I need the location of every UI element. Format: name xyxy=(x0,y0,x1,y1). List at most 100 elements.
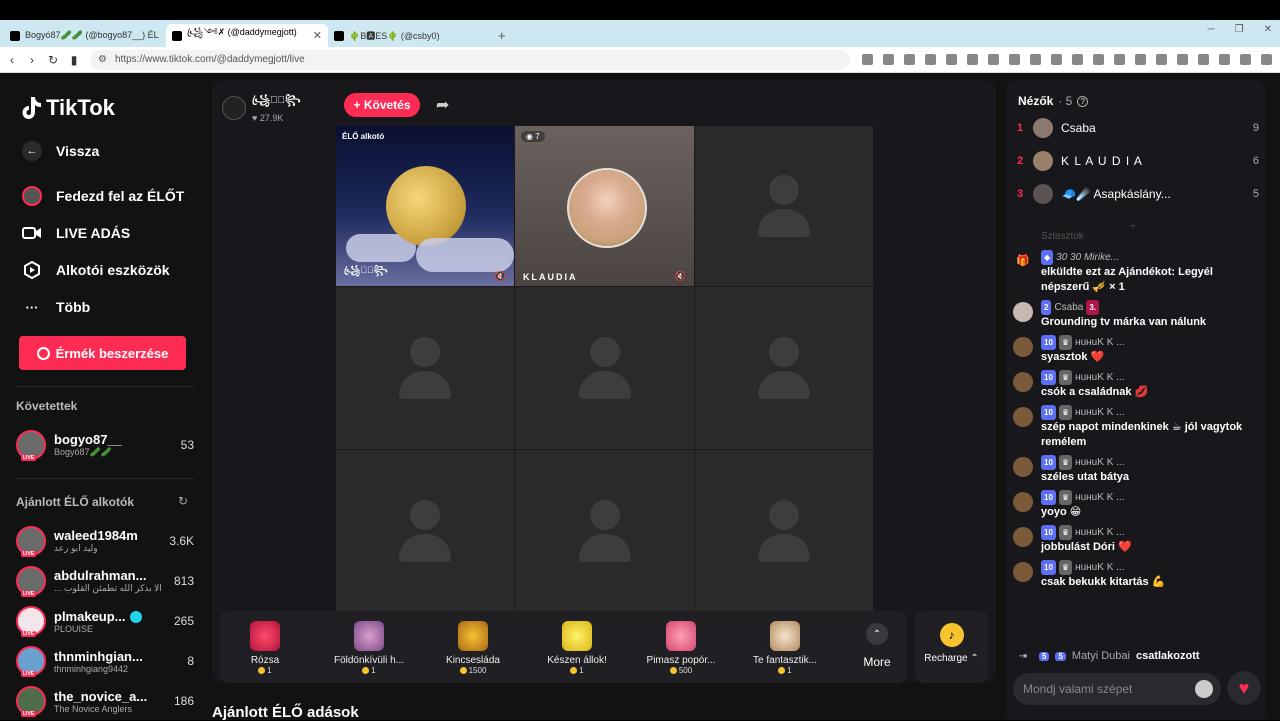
extension-icon[interactable] xyxy=(1135,54,1147,65)
chat-username[interactable]: ʜuʜuK K ... xyxy=(1075,370,1124,385)
get-coins-button[interactable]: Érmék beszerzése xyxy=(19,336,186,370)
chevron-down-icon[interactable]: ⌄ xyxy=(1129,219,1137,230)
nav-explore-live[interactable]: Fedezd fel az ÉLŐT xyxy=(22,186,184,206)
top-viewer-row[interactable]: 3 🧢☄️ Asapkáslány... 5 xyxy=(1017,182,1259,206)
extension-icon[interactable] xyxy=(967,54,979,65)
browser-tab-active[interactable]: ꧁ꦿ༺✗ (@daddymegjott) ✕ xyxy=(166,24,328,47)
extension-icon[interactable] xyxy=(946,54,958,65)
chat-username[interactable]: ʜuʜuK K ... xyxy=(1075,525,1124,540)
chat-username[interactable]: ʜuʜuK K ... xyxy=(1075,490,1124,505)
chat-gift-message: 🎁 ◆ 30 30 Mirike... elküldte ezt az Ajánd… xyxy=(1013,250,1261,295)
help-icon[interactable]: ? xyxy=(1077,95,1089,107)
empty-guest-slot[interactable] xyxy=(515,287,694,449)
new-tab-icon[interactable]: + xyxy=(490,28,514,47)
gift-item[interactable]: Rózsa 1 xyxy=(220,617,310,681)
bookmark-icon[interactable]: ▮ xyxy=(70,53,78,67)
chat-text: jobbulást Dóri ❤️ xyxy=(1041,541,1132,553)
empty-guest-slot[interactable] xyxy=(695,126,873,286)
top-viewer-row[interactable]: 1 Csaba 9 xyxy=(1017,116,1259,140)
empty-guest-slot[interactable] xyxy=(695,450,873,612)
close-tab-icon[interactable]: ✕ xyxy=(313,29,322,42)
divider xyxy=(16,386,194,387)
extension-icon[interactable] xyxy=(1009,54,1021,65)
tiktok-logo[interactable]: TikTok xyxy=(22,95,115,121)
minimize-icon[interactable]: ─ xyxy=(1208,24,1215,35)
chat-username[interactable]: Csaba xyxy=(1054,300,1083,315)
viewer-score: 9 xyxy=(1252,122,1259,134)
nav-creator-tools[interactable]: Alkotói eszközök xyxy=(22,260,170,280)
creator-video-cell[interactable]: ÉLŐ alkotó ꧁ꦿ✗ꦿ꧂ 🔇 xyxy=(336,126,514,286)
extension-icon[interactable] xyxy=(988,54,1000,65)
gift-price: 1 xyxy=(371,666,376,675)
more-gifts-button[interactable]: ⌃ More xyxy=(852,617,902,677)
share-icon[interactable]: ➦ xyxy=(436,95,449,115)
nav-more[interactable]: ··· Több xyxy=(22,297,91,317)
empty-seat-icon xyxy=(758,500,810,562)
nav-live-studio[interactable]: LIVE ADÁS xyxy=(22,223,130,243)
browser-tab[interactable]: Bogyó87🥒🥒 (@bogyo87__) ÉL xyxy=(4,24,166,47)
extension-icon[interactable] xyxy=(883,54,895,65)
gift-item[interactable]: Készen állok! 1 xyxy=(532,617,622,681)
recommended-account[interactable]: LIVE waleed1984m وليد ابو رعد 3.6K xyxy=(16,523,194,559)
coin-icon xyxy=(778,667,786,674)
restore-icon[interactable]: ❐ xyxy=(1235,24,1244,35)
chat-username[interactable]: ʜuʜuK K ... xyxy=(1075,455,1124,470)
extension-icon[interactable] xyxy=(1156,54,1168,65)
coin-icon xyxy=(36,346,50,360)
site-info-icon[interactable]: ⚙ xyxy=(98,54,107,65)
back-arrow-icon[interactable]: ‹ xyxy=(8,53,16,67)
extension-icon[interactable] xyxy=(1072,54,1084,65)
extension-icon[interactable] xyxy=(1240,54,1252,65)
alien-gift-icon xyxy=(354,621,384,651)
creator-tools-icon xyxy=(22,260,42,280)
browser-tab[interactable]: 🌵B🅰ES🌵 (@csby0) xyxy=(328,24,490,47)
join-username[interactable]: Matyi Dubai xyxy=(1072,650,1130,662)
extension-icon[interactable] xyxy=(1093,54,1105,65)
extension-icon[interactable] xyxy=(1114,54,1126,65)
close-window-icon[interactable]: ✕ xyxy=(1264,24,1272,35)
following-account[interactable]: LIVE bogyo87__ Bogyó87🥒🥒 53 xyxy=(16,427,194,463)
extension-icon[interactable] xyxy=(1261,54,1273,65)
refresh-icon[interactable]: ↻ xyxy=(178,494,188,508)
reload-icon[interactable]: ↻ xyxy=(48,53,58,67)
extension-icon[interactable] xyxy=(1219,54,1231,65)
empty-seat-icon xyxy=(399,500,451,562)
gift-item[interactable]: Te fantasztik... 1 xyxy=(740,617,830,681)
recommended-account[interactable]: LIVE the_novice_a... The Novice Anglers … xyxy=(16,683,194,719)
extension-icon[interactable] xyxy=(925,54,937,65)
chat-username[interactable]: ʜuʜuK K ... xyxy=(1075,405,1124,420)
extension-icon[interactable] xyxy=(1198,54,1210,65)
treasure-chest-gift-icon xyxy=(458,621,488,651)
chat-username: 30 30 Mirike... xyxy=(1056,252,1119,263)
empty-guest-slot[interactable] xyxy=(336,450,514,612)
extension-icon[interactable] xyxy=(904,54,916,65)
like-heart-button[interactable]: ♥ xyxy=(1227,671,1261,705)
empty-guest-slot[interactable] xyxy=(336,287,514,449)
extension-icon[interactable] xyxy=(862,54,874,65)
recommended-account[interactable]: LIVE thnminhgian... thnminhgiang9442 8 xyxy=(16,643,194,679)
top-viewer-row[interactable]: 2 K L A U D I A 6 xyxy=(1017,149,1259,173)
gift-item[interactable]: Földönkívüli h... 1 xyxy=(324,617,414,681)
forward-arrow-icon[interactable]: › xyxy=(28,53,36,67)
back-nav[interactable]: ← Vissza xyxy=(22,141,99,161)
follow-button[interactable]: + Követés xyxy=(344,93,420,117)
guest-video-cell[interactable]: ◉ 7 KLAUDIA 🔇 xyxy=(515,126,694,286)
host-info[interactable]: ꧁ꦿ✗ꦿ꧂ ♥ 27.9K xyxy=(222,93,301,123)
gift-item[interactable]: Kincsesláda 1500 xyxy=(428,617,518,681)
chat-username[interactable]: ʜuʜuK K ... xyxy=(1075,335,1124,350)
recommended-account[interactable]: LIVE abdulrahman... ... الا بذكر الله تط… xyxy=(16,563,194,599)
chat-input[interactable]: Mondj valami szépet xyxy=(1013,673,1221,705)
recommended-account[interactable]: LIVE plmakeup... PLOUISE 265 xyxy=(16,603,194,639)
emoji-icon[interactable] xyxy=(1195,680,1213,698)
empty-guest-slot[interactable] xyxy=(515,450,694,612)
extension-icon[interactable] xyxy=(1051,54,1063,65)
recharge-label: Recharge xyxy=(924,653,968,664)
extension-icon[interactable] xyxy=(1177,54,1189,65)
chat-username[interactable]: ʜuʜuK K ... xyxy=(1075,560,1124,575)
recharge-button[interactable]: ♪ Recharge ⌃ xyxy=(915,611,988,683)
empty-guest-slot[interactable] xyxy=(695,287,873,449)
account-subtitle: PLOUISE xyxy=(54,623,94,634)
extension-icon[interactable] xyxy=(1030,54,1042,65)
url-field[interactable]: ⚙ https://www.tiktok.com/@daddymegjott/l… xyxy=(90,49,851,70)
gift-item[interactable]: Pimasz popór... 500 xyxy=(636,617,726,681)
